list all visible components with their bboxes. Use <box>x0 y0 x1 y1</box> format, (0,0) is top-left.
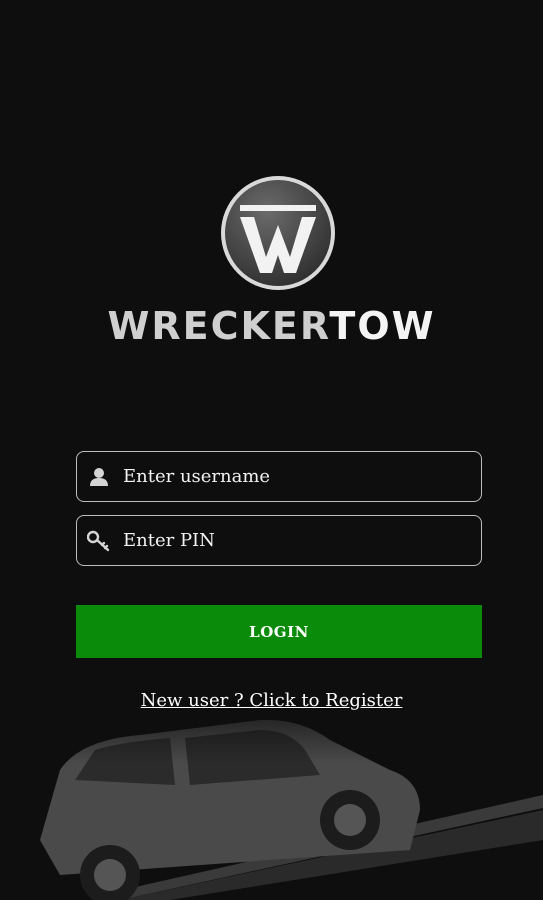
brand-wordmark: WRECKERTOW <box>0 304 543 348</box>
brand-part-2: TOW <box>329 304 436 348</box>
brand-part-1: WRECKER <box>107 304 330 348</box>
key-icon <box>81 516 117 565</box>
login-screen: WRECKERTOW LOGIN New user ? Click to Reg… <box>0 0 543 900</box>
username-field[interactable] <box>76 451 482 502</box>
background-tow-truck-image <box>0 690 543 900</box>
username-input[interactable] <box>117 452 481 501</box>
logo-w-icon <box>221 176 335 290</box>
pin-field[interactable] <box>76 515 482 566</box>
user-icon <box>81 452 117 501</box>
register-link[interactable]: New user ? Click to Register <box>0 690 543 711</box>
login-button[interactable]: LOGIN <box>76 605 482 658</box>
pin-input[interactable] <box>117 516 481 565</box>
